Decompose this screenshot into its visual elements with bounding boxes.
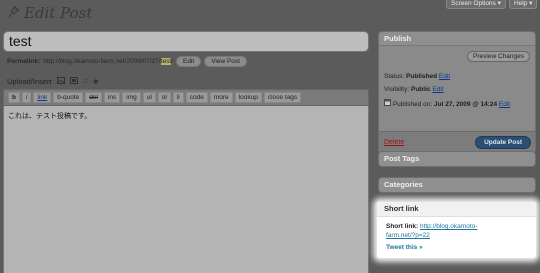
status-label: Status: (384, 73, 405, 80)
published-value: Jul 27, 2009 @ 14:24 (434, 101, 498, 108)
status-value: Published (406, 73, 438, 80)
page-header: Edit Post (6, 4, 92, 22)
pushpin-icon (6, 4, 20, 22)
short-link-title[interactable]: Short link (377, 202, 536, 217)
published-label: Published on: (392, 101, 433, 108)
del-button[interactable]: del (85, 92, 102, 103)
visibility-row: Visibility: Public Edit (384, 86, 444, 93)
screen-options-button[interactable]: Screen Options ▾ (446, 0, 506, 9)
img-button[interactable]: img (122, 92, 141, 103)
lookup-button[interactable]: lookup (234, 92, 262, 103)
short-link-row-2: farm.net/?p=22 (386, 232, 430, 239)
li-button[interactable]: li (172, 92, 184, 103)
publish-box-body: Preview Changes Status: Published Edit V… (379, 46, 535, 131)
post-tags-title[interactable]: Post Tags (379, 152, 535, 166)
help-button[interactable]: Help ▾ (509, 0, 538, 9)
categories-title[interactable]: Categories (379, 178, 535, 192)
permalink-slug[interactable]: test (160, 58, 172, 65)
delete-link[interactable]: Delete (384, 139, 404, 146)
audio-icon[interactable]: ♫ (83, 78, 88, 85)
permalink-edit-button[interactable]: Edit (175, 56, 202, 67)
close-tags-button[interactable]: close tags (263, 92, 302, 103)
page-title: Edit Post (24, 4, 93, 22)
visibility-edit-link[interactable]: Edit (432, 86, 443, 93)
quicktags-toolbar: b i link b-quote del ins img ul ol li co… (3, 89, 369, 106)
upload-insert-row: Upload/Insert ♫ ✱ (7, 77, 99, 86)
visibility-label: Visibility: (384, 86, 410, 93)
bold-button[interactable]: b (8, 92, 20, 103)
categories-box: Categories (378, 177, 536, 193)
code-button[interactable]: code (185, 92, 208, 103)
permalink-label: Permalink: (7, 58, 41, 65)
view-post-button[interactable]: View Post (204, 56, 247, 67)
italic-button[interactable]: i (21, 92, 32, 103)
status-row: Status: Published Edit (384, 73, 450, 80)
permalink-url-group: http://blog.okamoto-farm.net/2009/07/27/… (43, 58, 173, 65)
visibility-value: Public (410, 86, 431, 93)
publish-box-title[interactable]: Publish (379, 32, 535, 46)
gear-icon[interactable]: ✱ (93, 78, 99, 86)
editor-text: これは、テスト投稿です。 (8, 113, 92, 120)
upload-insert-label: Upload/Insert (7, 77, 52, 86)
publish-box: Publish Preview Changes Status: Publishe… (378, 31, 536, 154)
short-link-url[interactable]: http://blog.okamoto- (420, 223, 477, 230)
post-content-editor[interactable]: これは、テスト投稿です。 (3, 106, 369, 273)
media-icon[interactable] (69, 77, 78, 86)
status-edit-link[interactable]: Edit (439, 73, 450, 80)
tweet-this-link[interactable]: Tweet this » (386, 244, 423, 251)
preview-changes-button[interactable]: Preview Changes (467, 51, 530, 62)
ol-button[interactable]: ol (157, 92, 171, 103)
publish-box-footer: Delete Update Post (379, 131, 535, 153)
post-tags-box: Post Tags (378, 151, 536, 167)
published-on-row: Published on: Jul 27, 2009 @ 14:24 Edit (384, 99, 510, 108)
short-link-box: Short link Short link: http://blog.okamo… (376, 201, 537, 259)
image-icon[interactable] (56, 77, 65, 86)
post-title-input[interactable]: test (3, 31, 369, 52)
ul-button[interactable]: ul (142, 92, 156, 103)
calendar-icon (384, 99, 393, 108)
permalink-row: Permalink: http://blog.okamoto-farm.net/… (7, 56, 247, 67)
ins-button[interactable]: ins (103, 92, 121, 103)
blockquote-button[interactable]: b-quote (53, 92, 84, 103)
more-button[interactable]: more (209, 92, 233, 103)
update-post-button[interactable]: Update Post (475, 136, 531, 149)
link-button[interactable]: link (33, 92, 52, 103)
short-link-url-cont[interactable]: farm.net/?p=22 (386, 232, 430, 239)
published-edit-link[interactable]: Edit (499, 101, 510, 108)
short-link-label: Short link: (386, 223, 419, 230)
permalink-url-end: / (171, 58, 173, 65)
short-link-row: Short link: http://blog.okamoto- (386, 223, 477, 230)
permalink-url: http://blog.okamoto-farm.net/2009/07/27/ (43, 58, 161, 65)
